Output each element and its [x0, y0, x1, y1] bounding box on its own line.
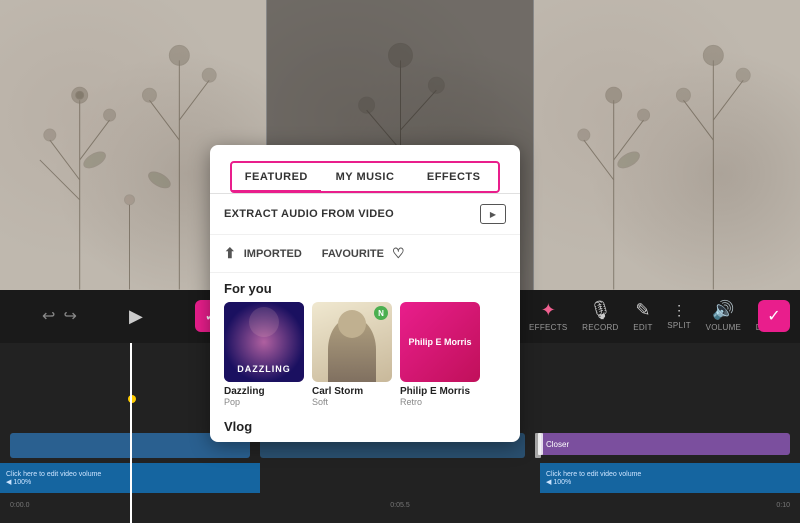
extract-play-button[interactable]	[480, 204, 506, 224]
effects-label-right: EFFECTS	[529, 323, 568, 332]
redo-button[interactable]: ↪	[63, 306, 76, 326]
split-label: SPLIT	[667, 321, 691, 330]
track-splitter	[535, 433, 541, 458]
ruler-0: 0:00.0	[10, 502, 270, 509]
volume-icon: 🔊	[712, 300, 734, 321]
play-icon-left: ▶	[129, 306, 143, 327]
filter-row: ⬆ IMPORTED FAVOURITE ♡	[210, 235, 520, 273]
edit-tool[interactable]: ✎ EDIT	[633, 300, 652, 332]
imported-label: IMPORTED	[244, 248, 302, 260]
split-tool[interactable]: ⋮ SPLIT	[667, 302, 691, 330]
philip-card-text: Philip E Morris	[404, 333, 475, 352]
timeline-ruler: 0:00.0 0:05.5 0:10	[0, 502, 800, 509]
favourite-filter[interactable]: FAVOURITE ♡	[322, 245, 405, 262]
volume-label: VOLUME	[706, 323, 742, 332]
edit-icon: ✎	[635, 300, 650, 321]
dazzling-genre: Pop	[224, 397, 304, 407]
card-thumb-dazzling: DAZZLING	[224, 302, 304, 382]
carl-genre: Soft	[312, 397, 392, 407]
undo-button[interactable]: ↩	[42, 306, 55, 326]
nav-arrows-left: ↩ ↪	[42, 306, 77, 326]
imported-filter[interactable]: ⬆ IMPORTED	[224, 245, 302, 262]
vlog-title: Vlog	[224, 419, 252, 434]
effects-icon-right: ✦	[541, 300, 556, 321]
heart-icon: ♡	[392, 245, 405, 262]
new-badge: N	[374, 306, 388, 320]
record-icon-right: 🎙	[589, 300, 612, 321]
carl-name: Carl Storm	[312, 386, 392, 397]
card-thumb-carl: N	[312, 302, 392, 382]
split-icon: ⋮	[672, 302, 686, 319]
music-card-carl[interactable]: N Carl Storm Soft	[312, 302, 392, 407]
tab-featured[interactable]: FEATURED	[232, 163, 321, 191]
volume-tool[interactable]: 🔊 VOLUME	[706, 300, 742, 332]
effects-tool-right[interactable]: ✦ EFFECTS	[529, 300, 568, 332]
import-icon: ⬆	[224, 245, 236, 262]
extract-audio-row: EXTRACT AUDIO FROM VIDEO	[210, 194, 520, 235]
music-card-dazzling[interactable]: DAZZLING Dazzling Pop	[224, 302, 304, 407]
music-track-label: Closer	[546, 440, 569, 449]
ruler-1: 0:05.5	[270, 502, 530, 509]
vlog-section: Vlog	[210, 415, 520, 442]
record-label-right: RECORD	[582, 323, 618, 332]
confirm-button-right[interactable]: ✓	[758, 300, 790, 332]
music-card-philip[interactable]: Philip E Morris Philip E Morris Retro	[400, 302, 480, 407]
philip-genre: Retro	[400, 397, 480, 407]
for-you-title: For you	[210, 273, 520, 302]
music-cards-container: DAZZLING Dazzling Pop N Carl Storm Soft …	[210, 302, 520, 415]
play-button-left[interactable]: ▶	[129, 306, 143, 327]
philip-name: Philip E Morris	[400, 386, 480, 397]
edit-label: EDIT	[633, 323, 652, 332]
video-panel-right	[534, 0, 800, 290]
check-icon-right: ✓	[767, 306, 780, 326]
tab-my-music[interactable]: MY MUSIC	[321, 163, 410, 191]
tab-bar: FEATURED MY MUSIC EFFECTS	[230, 161, 500, 193]
vol-percent-right: ◀ 100%	[546, 478, 794, 486]
dazzling-name: Dazzling	[224, 386, 304, 397]
extract-audio-label: EXTRACT AUDIO FROM VIDEO	[224, 208, 394, 220]
record-tool-right[interactable]: 🎙 RECORD	[582, 300, 618, 332]
ruler-2: 0:10	[530, 502, 790, 509]
vol-label-right: Click here to edit video volume	[546, 471, 794, 478]
card-thumb-philip: Philip E Morris	[400, 302, 480, 382]
tab-effects[interactable]: EFFECTS	[409, 163, 498, 191]
dazzling-card-text: DAZZLING	[224, 364, 304, 374]
timeline-cursor	[130, 343, 132, 523]
music-panel: FEATURED MY MUSIC EFFECTS EXTRACT AUDIO …	[210, 145, 520, 442]
favourite-label: FAVOURITE	[322, 248, 384, 260]
